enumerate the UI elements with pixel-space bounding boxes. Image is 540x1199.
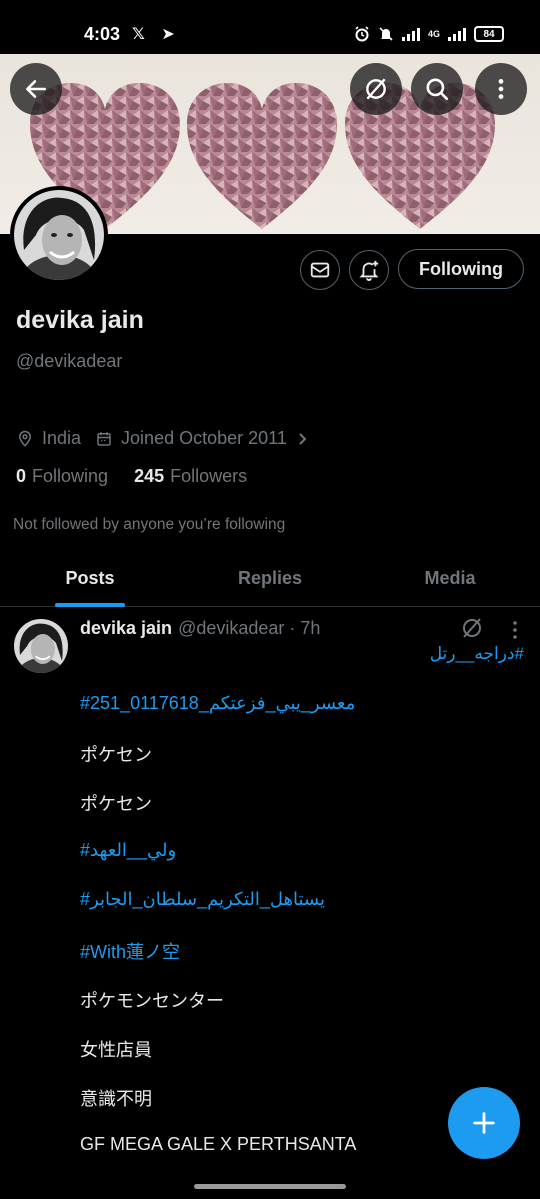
profile-handle: @devikadear — [16, 351, 123, 371]
post-meta: @devikadear · 7h — [178, 618, 321, 638]
battery-icon: 84 — [474, 26, 504, 42]
profile-meta: India Joined October 2011 — [16, 428, 323, 449]
notification-icons: 𝕏 ➤ — [132, 26, 181, 43]
more-vertical-icon — [513, 621, 517, 639]
cell-signal-icon — [448, 27, 466, 41]
post-author-avatar[interactable] — [14, 619, 68, 673]
post-more-button[interactable] — [507, 620, 523, 645]
following-label: Following — [32, 466, 109, 486]
more-button[interactable] — [475, 63, 527, 115]
search-icon — [426, 78, 449, 101]
profile-tabs: Posts Replies Media — [0, 550, 540, 607]
mutual-followers-text: Not followed by anyone you’re following — [13, 516, 286, 533]
post-author-name[interactable]: devika jain — [80, 618, 172, 639]
post-text-line: ポケセン — [80, 794, 152, 814]
post-hashtag-line[interactable]: #يستاهل_التكريم_سلطان_الجابر — [80, 889, 325, 910]
notify-button[interactable] — [349, 250, 389, 290]
followers-count-link[interactable]: 245 Followers — [134, 466, 247, 487]
plus-icon — [473, 1112, 495, 1134]
profile-avatar[interactable] — [10, 186, 108, 284]
following-count: 0 — [16, 466, 27, 486]
tab-posts[interactable]: Posts — [0, 550, 180, 606]
home-indicator[interactable] — [194, 1184, 346, 1189]
network-type: 4G — [427, 29, 440, 39]
post-text-line: ポケモンセンター — [80, 991, 224, 1011]
grok-button[interactable] — [350, 63, 402, 115]
grok-icon — [366, 78, 386, 100]
post-text-line: 意識不明 — [80, 1089, 152, 1109]
grok-icon — [463, 618, 481, 638]
following-count-link[interactable]: 0 Following — [16, 466, 108, 487]
status-indicators: 4G 84 — [354, 26, 504, 42]
arrow-left-icon — [26, 80, 46, 98]
post-hashtag-line[interactable]: #ولي__العهد — [80, 840, 176, 861]
post-text-line: 女性店員 — [80, 1040, 152, 1060]
post-hashtag-line[interactable]: #With蓮ノ空 — [80, 938, 180, 964]
tab-media[interactable]: Media — [360, 550, 540, 606]
message-button[interactable] — [300, 250, 340, 290]
post-hashtag-line[interactable]: #251_معسر_يبي_فزعتكم_0117618 — [80, 693, 355, 714]
location-pin-icon — [18, 430, 32, 447]
status-time: 4:03 — [84, 24, 121, 44]
post-hashtag-link[interactable]: #دراجه__رتل — [430, 644, 524, 664]
location-item: India — [16, 428, 81, 449]
wifi-signal-icon — [401, 27, 420, 41]
chevron-right-icon — [299, 432, 307, 445]
avatar-photo — [14, 190, 104, 280]
calendar-icon — [97, 431, 111, 446]
back-button[interactable] — [10, 63, 62, 115]
alarm-icon — [355, 26, 369, 42]
status-bar: 4:03 𝕏 ➤ 4G 84 — [0, 0, 540, 54]
followers-label: Followers — [170, 466, 248, 486]
post-avatar-photo — [14, 619, 68, 673]
tab-replies[interactable]: Replies — [180, 550, 360, 606]
joined-item[interactable]: Joined October 2011 — [95, 428, 309, 449]
followers-count: 245 — [134, 466, 165, 486]
bell-plus-icon — [359, 260, 379, 281]
post-text-line: ポケセン — [80, 745, 152, 765]
more-vertical-icon — [498, 79, 504, 99]
search-button[interactable] — [411, 63, 463, 115]
post-header: devika jain @devikadear · 7h — [80, 618, 320, 639]
compose-post-button[interactable] — [448, 1087, 520, 1159]
display-name: devika jain — [16, 306, 144, 334]
mute-icon — [379, 27, 393, 41]
post-grok-button[interactable] — [460, 616, 484, 645]
mail-icon — [310, 262, 330, 278]
location-text: India — [42, 428, 82, 448]
joined-text: Joined October 2011 — [121, 428, 287, 448]
follow-counts: 0 Following 245 Followers — [16, 466, 273, 487]
following-button[interactable]: Following — [398, 249, 524, 289]
post-text-line: GF MEGA GALE X PERTHSANTA — [80, 1134, 357, 1154]
